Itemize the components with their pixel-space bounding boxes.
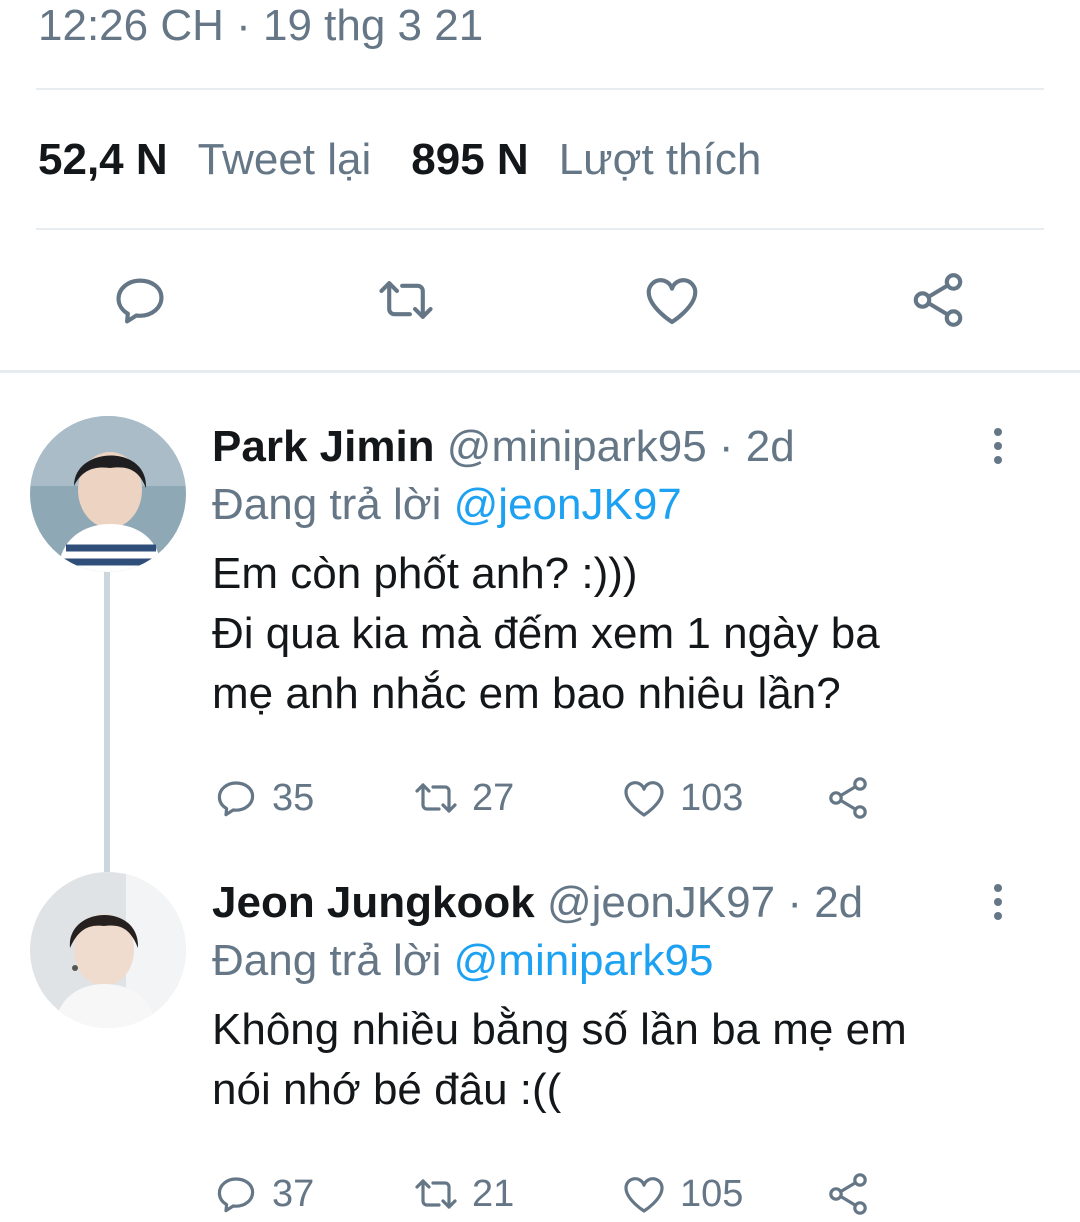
reply-count: 35 [272, 776, 315, 819]
reply-icon [116, 278, 164, 324]
tweet-text-line: nói nhớ bé đâu :(( [212, 1065, 562, 1114]
retweet-icon [415, 1179, 457, 1209]
avatar[interactable] [30, 416, 186, 572]
reply-action-bar: 35 27 103 [212, 770, 912, 826]
like-count: 105 [680, 1172, 744, 1215]
retweet-icon [379, 281, 433, 319]
avatar-photo [30, 872, 186, 1028]
retweet-button[interactable] [368, 262, 444, 338]
replying-prefix: Đang trả lời [212, 936, 442, 985]
tweet-timestamp: 12:26 CH · 19 thg 3 21 [38, 1, 484, 50]
reply-button[interactable] [102, 262, 178, 338]
like-button[interactable]: 103 [620, 770, 743, 826]
replying-to-line: Đang trả lời @minipark95 [212, 932, 1012, 990]
avatar[interactable] [30, 872, 186, 1028]
like-count: 103 [680, 776, 744, 819]
retweets-label[interactable]: Tweet lại [198, 135, 372, 185]
reply-icon [217, 1177, 255, 1213]
tweet-text-line: Đi qua kia mà đếm xem 1 ngày ba [212, 609, 880, 658]
retweets-count[interactable]: 52,4 N [38, 135, 168, 185]
tweet-action-bar [0, 262, 1080, 338]
retweet-count: 27 [472, 776, 515, 819]
tweet-text: Em còn phốt anh? :))) Đi qua kia mà đếm … [212, 544, 1012, 724]
thread-connector-line [104, 572, 110, 872]
share-icon [913, 273, 963, 327]
likes-count[interactable]: 895 N [411, 135, 528, 185]
like-button[interactable]: 105 [620, 1166, 743, 1222]
share-button[interactable] [900, 262, 976, 338]
reply-button[interactable]: 37 [212, 1166, 314, 1222]
tweet-text-line: mẹ anh nhắc em bao nhiêu lần? [212, 669, 841, 718]
heart-icon [646, 278, 698, 325]
heart-icon [624, 781, 664, 817]
tweet-text-line: Không nhiều bằng số lần ba mẹ em [212, 1005, 907, 1054]
share-icon [829, 777, 867, 819]
reply-action-bar: 37 21 105 [212, 1166, 912, 1222]
like-button[interactable] [634, 262, 710, 338]
reply-tweet: Jeon Jungkook @jeonJK97 · 2d Đang trả lờ… [212, 874, 1012, 1120]
replying-to-line: Đang trả lời @jeonJK97 [212, 476, 1012, 534]
display-name[interactable]: Park Jimin [212, 422, 435, 471]
avatar-photo [30, 416, 186, 572]
share-button[interactable] [824, 770, 884, 826]
tweet-text-line: Em còn phốt anh? :))) [212, 549, 638, 598]
tweet-stats: 52,4 N Tweet lại 895 N Lượt thích [38, 132, 761, 188]
reply-icon [217, 781, 255, 817]
retweet-icon [415, 783, 457, 813]
handle-and-time: @minipark95 · 2d [446, 422, 795, 471]
reply-header: Jeon Jungkook @jeonJK97 · 2d [212, 874, 1012, 932]
divider [36, 228, 1044, 230]
heart-icon [624, 1177, 664, 1213]
reply-tweet: Park Jimin @minipark95 · 2d Đang trả lời… [212, 418, 1012, 724]
reply-button[interactable]: 35 [212, 770, 314, 826]
mention-link[interactable]: @jeonJK97 [454, 480, 682, 529]
retweet-button[interactable]: 21 [412, 1166, 514, 1222]
retweet-count: 21 [472, 1172, 515, 1215]
reply-header: Park Jimin @minipark95 · 2d [212, 418, 1012, 476]
divider [36, 88, 1044, 90]
mention-link[interactable]: @minipark95 [454, 936, 714, 985]
display-name[interactable]: Jeon Jungkook [212, 878, 535, 927]
tweet-text: Không nhiều bằng số lần ba mẹ em nói nhớ… [212, 1000, 1012, 1120]
share-button[interactable] [824, 1166, 884, 1222]
replying-prefix: Đang trả lời [212, 480, 442, 529]
handle-and-time: @jeonJK97 · 2d [546, 878, 864, 927]
share-icon [829, 1173, 867, 1215]
section-separator [0, 370, 1080, 373]
reply-count: 37 [272, 1172, 315, 1215]
retweet-button[interactable]: 27 [412, 770, 514, 826]
likes-label[interactable]: Lượt thích [559, 135, 762, 185]
